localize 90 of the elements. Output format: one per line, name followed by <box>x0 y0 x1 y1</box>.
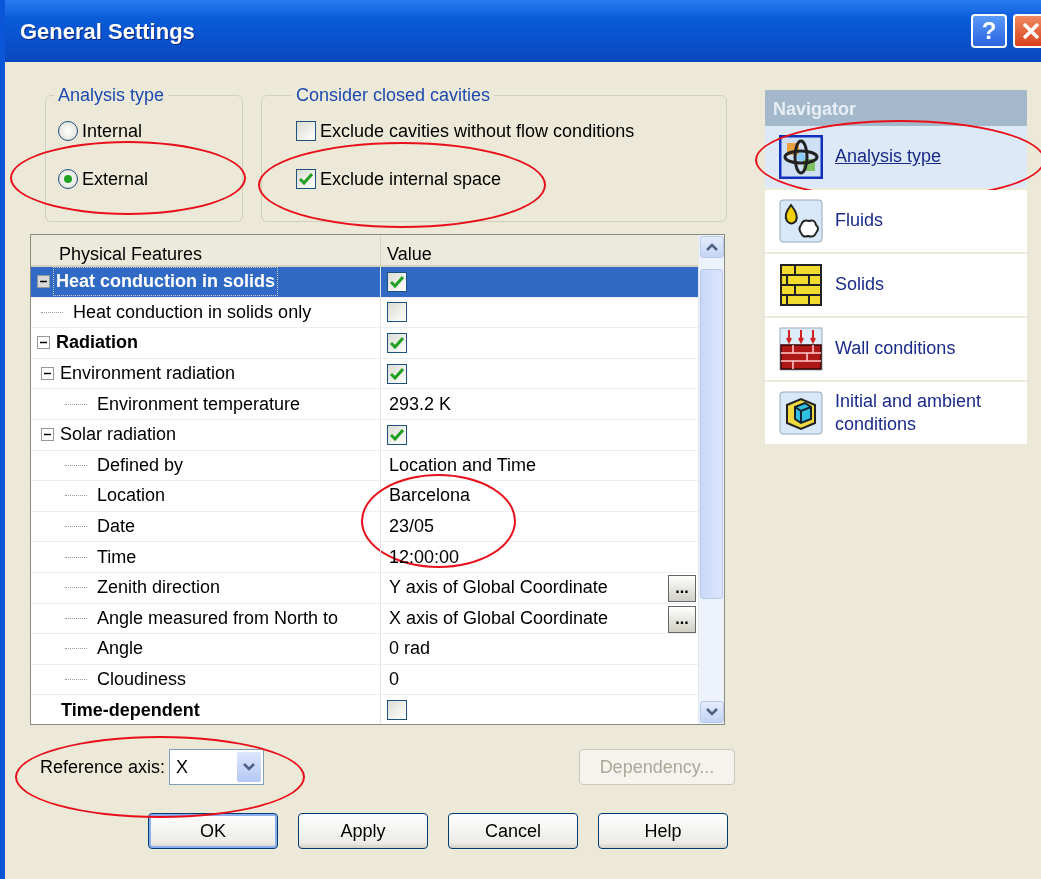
window-title: General Settings <box>20 17 195 46</box>
table-row[interactable]: Date 23/05 <box>31 511 698 543</box>
scroll-up-button[interactable] <box>700 236 724 258</box>
table-row[interactable]: Solar radiation <box>31 419 698 451</box>
radio-label: External <box>82 167 149 191</box>
property-label: Angle <box>96 637 145 661</box>
caret-icon <box>243 763 256 771</box>
dialog-button[interactable]: Apply <box>298 813 428 849</box>
close-icon <box>1021 21 1041 41</box>
table-row[interactable]: Cloudiness 0 <box>31 664 698 696</box>
radio-label: Internal <box>82 119 143 143</box>
checkbox[interactable] <box>387 271 407 292</box>
table-row[interactable]: Radiation <box>31 328 698 359</box>
property-label: Heat conduction in solids only <box>72 300 313 324</box>
dialog-button[interactable]: Cancel <box>448 813 578 849</box>
field-label: Reference axis: <box>40 755 166 779</box>
navigator-item[interactable]: Solids <box>765 254 1027 318</box>
property-label: Time-dependent <box>60 698 201 722</box>
scrollbar-thumb[interactable] <box>700 269 723 599</box>
table-row[interactable]: Angle 0 rad <box>31 634 698 665</box>
navigator-item[interactable]: Initial and ambient conditions <box>765 382 1027 446</box>
collapse-icon[interactable] <box>41 367 54 381</box>
checkbox[interactable] <box>387 424 407 445</box>
table-row[interactable]: Environment radiation <box>31 358 698 390</box>
radio-button[interactable] <box>58 169 78 189</box>
close-button[interactable] <box>1013 14 1041 48</box>
brick-wall-icon <box>779 263 823 307</box>
property-value: 12:00:00 <box>388 545 461 569</box>
property-value: Y axis of Global Coordinate <box>388 576 609 600</box>
checkbox[interactable] <box>387 363 407 384</box>
property-label: Angle measured from North to <box>96 606 340 630</box>
property-value: 0 rad <box>388 637 432 661</box>
checkbox-label: Exclude internal space <box>320 167 502 191</box>
table-row[interactable]: Heat conduction in solids <box>31 267 698 298</box>
table-row[interactable]: Defined by Location and Time <box>31 450 698 482</box>
property-label: Zenith direction <box>96 576 222 600</box>
table-row[interactable]: Environment temperature 293.2 K <box>31 389 698 420</box>
property-label: Defined by <box>96 453 185 477</box>
heated-wall-icon <box>779 327 823 371</box>
checkbox-label: Exclude cavities without flow conditions <box>320 119 635 143</box>
browse-button[interactable]: ... <box>668 574 696 602</box>
navigator-item[interactable]: Wall conditions <box>765 318 1027 382</box>
navigator-header: Navigator <box>765 90 1027 126</box>
browse-button[interactable]: ... <box>668 605 696 633</box>
checkbox[interactable] <box>387 333 407 353</box>
table-row[interactable]: Heat conduction in solids only <box>31 297 698 329</box>
column-header: Physical Features <box>31 235 381 265</box>
reference-axis-dropdown[interactable]: X <box>169 749 265 785</box>
property-label: Cloudiness <box>96 668 188 691</box>
navigator-item[interactable]: Analysis type <box>765 126 1027 190</box>
collapse-icon[interactable] <box>41 428 54 442</box>
property-value: 293.2 K <box>388 392 453 416</box>
table-row[interactable]: Time-dependent <box>31 695 698 724</box>
scroll-down-button[interactable] <box>700 701 724 723</box>
property-label: Location <box>96 484 167 508</box>
property-value: Barcelona <box>388 484 472 508</box>
table-row[interactable]: Zenith direction Y axis of Global Coordinate ... <box>31 572 698 604</box>
collapse-icon[interactable] <box>37 275 50 289</box>
property-label: Date <box>96 515 137 539</box>
group-title: Consider closed cavities <box>295 84 492 106</box>
property-label: Heat conduction in solids <box>54 268 277 296</box>
dialog-button[interactable]: Help <box>598 813 728 849</box>
droplet-icon <box>779 199 823 243</box>
property-label: Environment temperature <box>96 392 302 416</box>
property-label: Time <box>96 545 138 569</box>
property-value: X axis of Global Coordinate <box>388 606 610 630</box>
radio-button[interactable] <box>58 121 78 141</box>
navigator-item[interactable]: Fluids <box>765 190 1027 254</box>
collapse-icon[interactable] <box>37 336 50 350</box>
table-row[interactable]: Angle measured from North to X axis of Global Coordinate ... <box>31 603 698 635</box>
table-row[interactable]: Time 12:00:00 <box>31 542 698 573</box>
property-label: Solar radiation <box>59 423 178 447</box>
property-label: Radiation <box>55 331 139 355</box>
cube-icon <box>779 391 823 435</box>
group-title: Analysis type <box>57 84 166 106</box>
property-value: Location and Time <box>388 453 538 477</box>
property-label: Environment radiation <box>59 362 237 386</box>
atom-icon <box>779 135 823 179</box>
chevron-down-icon <box>706 708 718 716</box>
property-value: 0 <box>388 668 400 691</box>
checkbox[interactable] <box>387 302 407 323</box>
column-header: Value <box>386 243 433 265</box>
checkbox[interactable] <box>387 700 407 721</box>
help-button[interactable]: ? <box>971 14 1007 48</box>
chevron-up-icon <box>706 243 718 251</box>
table-row[interactable]: Location Barcelona <box>31 481 698 512</box>
dialog-button[interactable]: OK <box>148 813 278 849</box>
property-value: 23/05 <box>388 515 436 539</box>
checkbox[interactable] <box>296 121 316 141</box>
checkbox[interactable] <box>296 169 316 189</box>
